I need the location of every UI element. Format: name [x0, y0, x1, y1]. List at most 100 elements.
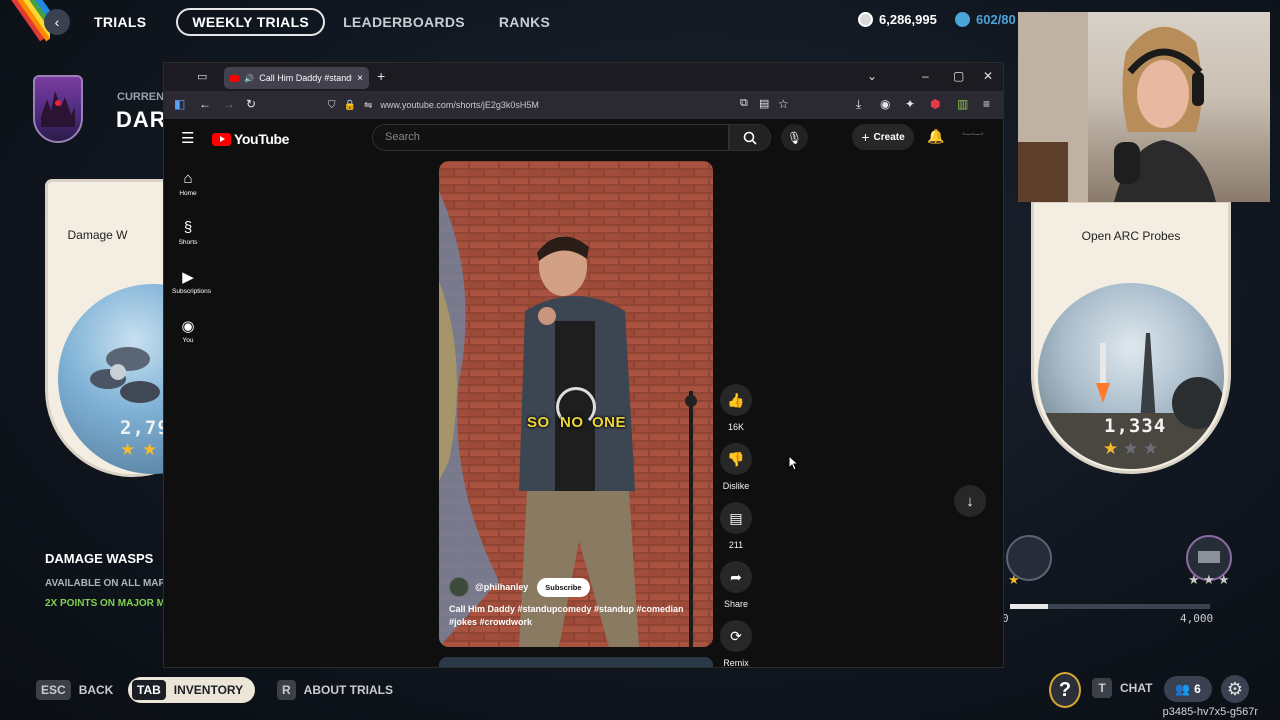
dislike-button[interactable]: 👎 Dislike: [720, 443, 752, 491]
url-bar[interactable]: ⛉ 🔒 ⇋ www.youtube.com/shorts/jE2g3k0sH5M: [316, 94, 796, 116]
subscriptions-icon: ▶: [182, 269, 194, 286]
party-button[interactable]: 👥 6: [1164, 676, 1212, 702]
current-value: DAR: [116, 107, 167, 132]
help-button[interactable]: ?: [1049, 672, 1081, 708]
subscribe-button[interactable]: Subscribe: [537, 577, 590, 597]
share-label: Share: [723, 599, 749, 609]
close-window-icon[interactable]: ✕: [983, 69, 993, 83]
sidebar-item-home[interactable]: ⌂ Home: [172, 170, 204, 197]
extensions-icon[interactable]: ✦: [905, 97, 915, 111]
mouse-cursor-icon: [788, 455, 800, 471]
game-top-nav: ‹ TRIALS WEEKLY TRIALS LEADERBOARDS RANK…: [44, 8, 550, 36]
caption-word: ONE: [592, 414, 627, 431]
chat-label: CHAT: [1120, 681, 1153, 695]
tier-target-value: 4,000: [1180, 612, 1214, 625]
nav-weekly-trials[interactable]: WEEKLY TRIALS: [176, 8, 326, 36]
minimize-icon[interactable]: –: [922, 69, 929, 83]
card-title: Damage W: [67, 228, 128, 242]
browser-tab-active[interactable]: 🔊 Call Him Daddy #standupc ×: [224, 67, 369, 89]
star-icon: ★: [1188, 572, 1200, 587]
rainbow-stripe-logo: [0, 0, 50, 48]
like-button[interactable]: 👍 16K: [720, 384, 752, 432]
card-title: Open ARC Probes: [1081, 229, 1181, 243]
create-button[interactable]: + Create: [852, 124, 914, 150]
download-icon[interactable]: ⤓: [856, 97, 861, 112]
next-short-down-arrow-icon[interactable]: ↓: [954, 485, 986, 517]
video-title-line1[interactable]: Call Him Daddy #standupcomedy #standup #…: [449, 603, 699, 616]
chat-button[interactable]: T CHAT: [1092, 678, 1152, 698]
trial-card-open-arc-probes[interactable]: Open ARC Probes 1,334 ★ ★ ★: [1031, 200, 1231, 474]
you-icon: ◉: [181, 318, 195, 335]
about-trials-button[interactable]: R ABOUT TRIALS: [277, 677, 393, 703]
star-icon: ★: [1103, 439, 1119, 458]
hamburger-menu-icon[interactable]: ☰: [181, 129, 194, 147]
back-arrow-icon[interactable]: ‹: [44, 9, 70, 35]
star-icon: ★: [1123, 439, 1139, 458]
new-tab-icon[interactable]: +: [377, 68, 385, 84]
nav-leaderboards[interactable]: LEADERBOARDS: [343, 14, 465, 30]
star-icon: ★: [1008, 572, 1020, 587]
permissions-icon[interactable]: ⇋: [364, 100, 372, 111]
tab-list-icon[interactable]: ▭: [197, 70, 207, 83]
nav-ranks[interactable]: RANKS: [499, 14, 550, 30]
nav-trials[interactable]: TRIALS: [94, 14, 146, 30]
back-icon[interactable]: ←: [199, 97, 211, 111]
bookmark-star-icon[interactable]: ☆: [778, 97, 789, 111]
notifications-bell-icon[interactable]: 🔔: [927, 128, 944, 145]
share-icon: ➦: [720, 561, 752, 593]
account-icon[interactable]: ◉: [880, 97, 890, 111]
challenge-title: DAMAGE WASPS: [45, 551, 154, 566]
back-action[interactable]: ESC BACK: [36, 677, 113, 703]
remix-icon: ⟳: [720, 620, 752, 652]
browser-window: ▭ 🔊 Call Him Daddy #standupc × + ⌄ – ▢ ✕…: [163, 62, 1004, 668]
comments-button[interactable]: ▤ 211: [720, 502, 752, 550]
speaker-icon[interactable]: 🔊: [244, 74, 254, 83]
remix-label: Remix: [723, 658, 749, 668]
channel-avatar[interactable]: [449, 577, 469, 597]
card-points: 1,334: [1104, 415, 1167, 437]
maximize-icon[interactable]: ▢: [953, 69, 964, 83]
channel-name[interactable]: @philhanley: [475, 582, 528, 592]
inventory-button[interactable]: TAB INVENTORY: [128, 677, 256, 703]
chevron-down-icon[interactable]: ⌄: [867, 69, 877, 83]
like-count: 16K: [727, 422, 744, 432]
youtube-logo[interactable]: YouTube: [212, 131, 289, 147]
close-tab-icon[interactable]: ×: [357, 73, 363, 84]
forward-icon[interactable]: →: [223, 97, 235, 111]
thumbs-down-icon: 👎: [720, 443, 752, 475]
url-text[interactable]: www.youtube.com/shorts/jE2g3k0sH5M: [380, 100, 539, 110]
star-icon: ★: [120, 440, 136, 459]
video-title-line2[interactable]: #jokes #crowdwork: [449, 616, 699, 629]
browser-titlebar: ▭ 🔊 Call Him Daddy #standupc × + ⌄ – ▢ ✕: [164, 63, 1003, 91]
browser-toolbar: ◧ ← → ↻ ⛉ 🔒 ⇋ www.youtube.com/shorts/jE2…: [164, 91, 1003, 119]
rank-badge: [33, 75, 83, 143]
share-button[interactable]: ➦ Share: [720, 561, 752, 609]
remix-button[interactable]: ⟳ Remix: [720, 620, 752, 668]
reader-icon[interactable]: ▤: [759, 97, 769, 110]
sidebar-item-you[interactable]: ◉ You: [172, 317, 204, 344]
menu-icon[interactable]: ≡: [983, 97, 990, 111]
youtube-page: ☰ YouTube Search 🎙 + Create 🔔 ◦–◦–◦ ⌂ Ho…: [164, 119, 1003, 668]
challenge-bonus: 2X POINTS ON MAJOR MA: [45, 598, 173, 609]
search-button[interactable]: [729, 124, 771, 151]
equalizer-icon[interactable]: ▥: [957, 97, 968, 111]
ublock-icon[interactable]: ⬢: [930, 97, 940, 111]
tier-progress-bar: [1010, 604, 1210, 609]
sidebar-icon[interactable]: ◧: [174, 97, 185, 111]
sidebar-item-subscriptions[interactable]: ▶ Subscriptions: [172, 268, 211, 295]
next-short-preview[interactable]: [439, 657, 713, 667]
lock-icon[interactable]: 🔒: [344, 100, 356, 111]
shield-icon[interactable]: ⛉: [328, 100, 336, 111]
gear-icon[interactable]: ⚙: [1221, 675, 1249, 703]
plus-icon: +: [861, 129, 870, 145]
star-icon: ★: [1203, 572, 1215, 587]
microphone-icon[interactable]: 🎙: [781, 124, 808, 151]
short-video-player[interactable]: SO NO ONE @philhanley Subscribe Call Him…: [439, 161, 713, 647]
reload-icon[interactable]: ↻: [246, 97, 256, 111]
about-trials-label: ABOUT TRIALS: [303, 683, 393, 697]
back-label: BACK: [78, 683, 114, 697]
sidebar-item-shorts[interactable]: § Shorts: [172, 219, 204, 246]
search-input[interactable]: Search: [372, 124, 729, 151]
token-value: 602/80: [976, 12, 1016, 27]
pip-icon[interactable]: ⧉: [740, 97, 748, 110]
